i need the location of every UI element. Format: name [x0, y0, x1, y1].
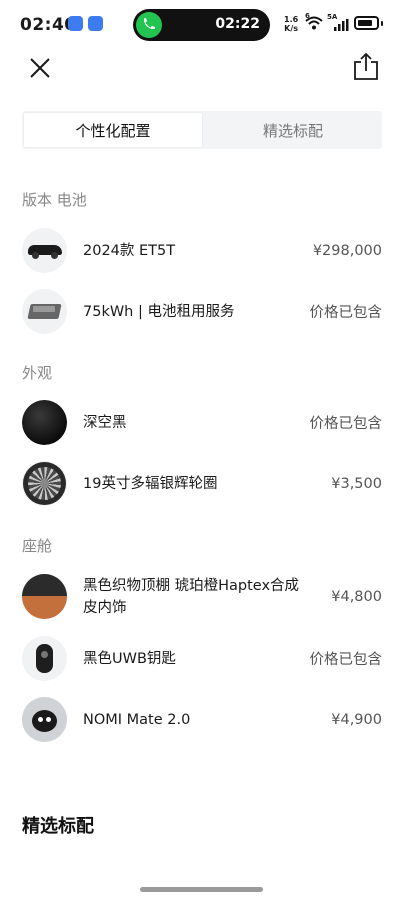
tab-featured-standard[interactable]: 精选标配	[204, 111, 382, 149]
battery-pack-thumbnail	[22, 289, 67, 334]
paint-color-swatch	[22, 400, 67, 445]
battery-cap	[381, 21, 383, 26]
close-icon	[30, 58, 50, 78]
section-title-version-battery: 版本 电池	[22, 191, 87, 209]
config-item-nomi[interactable]: NOMI Mate 2.0 ¥4,900	[22, 697, 382, 742]
wifi-label: 6	[305, 12, 310, 20]
item-label: 深空黑	[83, 414, 127, 431]
phone-call-icon	[136, 12, 162, 38]
item-label: 19英寸多辐银辉轮圈	[83, 475, 218, 492]
share-icon	[354, 52, 378, 80]
wheel-thumbnail	[22, 461, 67, 506]
item-price: ¥3,500	[331, 475, 382, 492]
featured-section-title: 精选标配	[22, 816, 94, 837]
close-button[interactable]	[26, 54, 54, 82]
item-price: 价格已包含	[309, 305, 383, 321]
battery-icon	[354, 16, 379, 30]
config-tabs: 个性化配置 精选标配	[22, 111, 382, 149]
item-price: 价格已包含	[309, 652, 383, 668]
app-notification-icon	[88, 16, 103, 31]
config-item-model[interactable]: 2024款 ET5T ¥298,000	[22, 228, 382, 273]
home-indicator[interactable]	[140, 887, 263, 892]
item-price: ¥4,900	[331, 711, 382, 728]
network-speed-value: 1.6	[284, 15, 299, 24]
item-label: 2024款 ET5T	[83, 242, 176, 259]
tab-personalized-config[interactable]: 个性化配置	[23, 112, 203, 148]
car-thumbnail	[22, 228, 67, 273]
interior-swatch	[22, 574, 67, 619]
nomi-thumbnail	[22, 697, 67, 742]
config-item-wheels[interactable]: 19英寸多辐银辉轮圈 ¥3,500	[22, 461, 382, 506]
item-price: ¥298,000	[312, 242, 382, 259]
item-label: NOMI Mate 2.0	[83, 711, 191, 728]
config-item-battery[interactable]: 75kWh | 电池租用服务 价格已包含	[22, 289, 382, 334]
share-button[interactable]	[352, 52, 380, 82]
call-duration: 02:22	[215, 16, 260, 32]
network-speed: 1.6 K/s	[284, 15, 298, 33]
status-bar: 02:40 02:22 1.6 K/s 6 5A	[0, 0, 403, 50]
config-item-interior[interactable]: 黑色织物顶棚 琥珀橙Haptex合成皮内饰 ¥4,800	[22, 574, 382, 619]
item-label: 黑色UWB钥匙	[83, 650, 176, 667]
network-speed-unit: K/s	[284, 24, 299, 33]
section-title-exterior: 外观	[22, 364, 53, 382]
config-item-paint[interactable]: 深空黑 价格已包含	[22, 400, 382, 445]
ongoing-call-pill[interactable]: 02:22	[133, 9, 270, 41]
key-thumbnail	[22, 636, 67, 681]
signal-bars-icon	[333, 19, 349, 34]
item-label: 75kWh | 电池租用服务	[83, 303, 235, 320]
section-title-cabin: 座舱	[22, 537, 53, 555]
item-price: ¥4,800	[331, 588, 382, 605]
item-label: 黑色织物顶棚 琥珀橙Haptex合成皮内饰	[83, 577, 300, 616]
battery-level	[358, 20, 372, 26]
microphone-status-icon	[68, 16, 83, 31]
config-item-key[interactable]: 黑色UWB钥匙 价格已包含	[22, 636, 382, 681]
item-price: 价格已包含	[309, 416, 383, 432]
